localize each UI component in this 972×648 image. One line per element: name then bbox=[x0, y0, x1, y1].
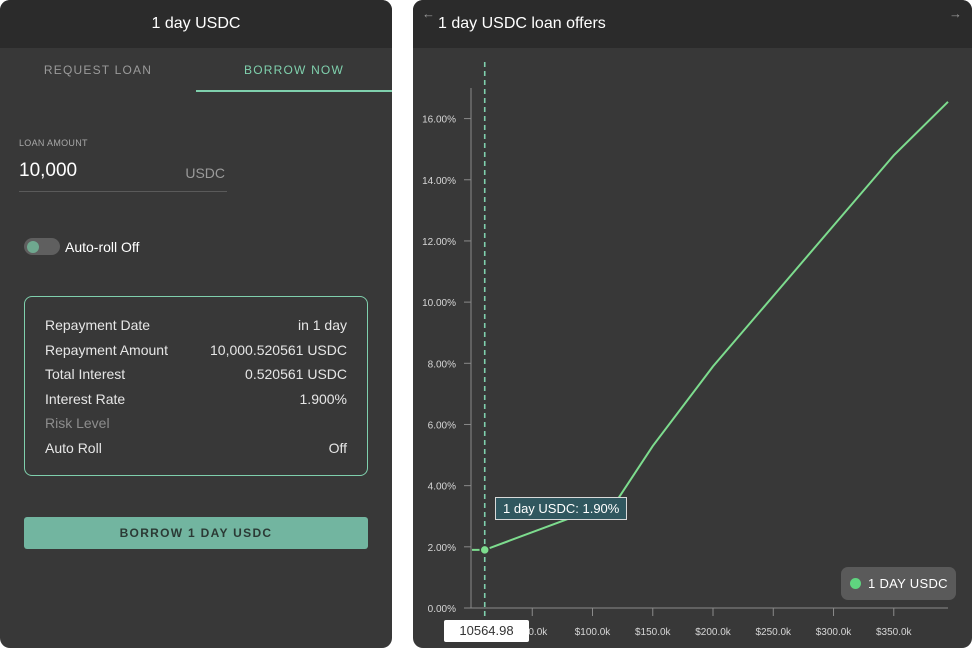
x-tick-label: $200.0k bbox=[695, 627, 732, 638]
x-tick-label: $350.0k bbox=[876, 627, 913, 638]
x-tick-label: $100.0k bbox=[575, 627, 612, 638]
y-tick-label: 0.00% bbox=[428, 604, 456, 615]
y-tick-label: 16.00% bbox=[422, 115, 456, 126]
legend-dot-icon bbox=[850, 578, 861, 589]
x-tick-label: $300.0k bbox=[816, 627, 853, 638]
y-tick-label: 14.00% bbox=[422, 176, 456, 187]
chart-tooltip: 1 day USDC: 1.90% bbox=[495, 497, 628, 520]
y-tick-label: 4.00% bbox=[428, 482, 456, 493]
legend-label: 1 DAY USDC bbox=[868, 576, 948, 591]
x-tick-label: $150.0k bbox=[635, 627, 672, 638]
y-tick-label: 2.00% bbox=[428, 543, 456, 554]
loan-offers-chart: 0.00% 2.00% 4.00% 6.00% 8.00% 10.00% 12.00% 14.… bbox=[422, 62, 949, 640]
series-line bbox=[472, 101, 949, 551]
crosshair-x-label: 10564.98 bbox=[444, 620, 529, 642]
y-tick-label: 6.00% bbox=[428, 420, 456, 431]
y-tick-label: 12.00% bbox=[422, 237, 456, 248]
highlight-point bbox=[479, 544, 490, 556]
chart-legend[interactable]: 1 DAY USDC bbox=[841, 567, 956, 600]
y-tick-label: 8.00% bbox=[428, 359, 456, 370]
x-tick-label: $250.0k bbox=[755, 627, 792, 638]
y-tick-label: 10.00% bbox=[422, 298, 456, 309]
